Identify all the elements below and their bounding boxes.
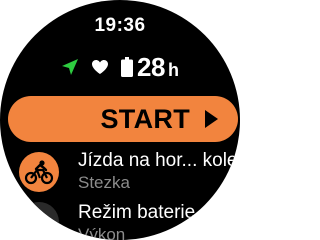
watch-screen: 19:36 28 h START Jízda na hor... kole St… <box>0 0 240 240</box>
clock-time: 19:36 <box>94 15 146 36</box>
start-button[interactable]: START <box>8 96 238 142</box>
battery-hours-unit: h <box>167 59 179 80</box>
status-bar: 28 h <box>0 51 240 82</box>
navigation-arrow-icon <box>61 58 79 76</box>
battery-icon <box>121 57 134 77</box>
heart-icon <box>91 59 109 75</box>
play-arrow-icon <box>205 110 218 128</box>
menu-item-activity-subtitle: Stezka <box>78 173 130 192</box>
menu-item-battery-mode-subtitle: Výkon <box>78 225 126 240</box>
menu-item-activity[interactable]: Jízda na hor... kole Stezka <box>0 148 240 200</box>
menu-item-battery-mode[interactable]: Režim baterie Výkon <box>0 200 240 240</box>
battery-mode-icon <box>19 202 59 240</box>
battery-hours-value: 28 <box>137 51 165 82</box>
menu-item-activity-title: Jízda na hor... kole <box>78 150 238 171</box>
mountain-bike-icon <box>19 152 59 192</box>
menu-item-battery-mode-title: Režim baterie <box>78 202 196 223</box>
start-button-label: START <box>100 104 190 134</box>
